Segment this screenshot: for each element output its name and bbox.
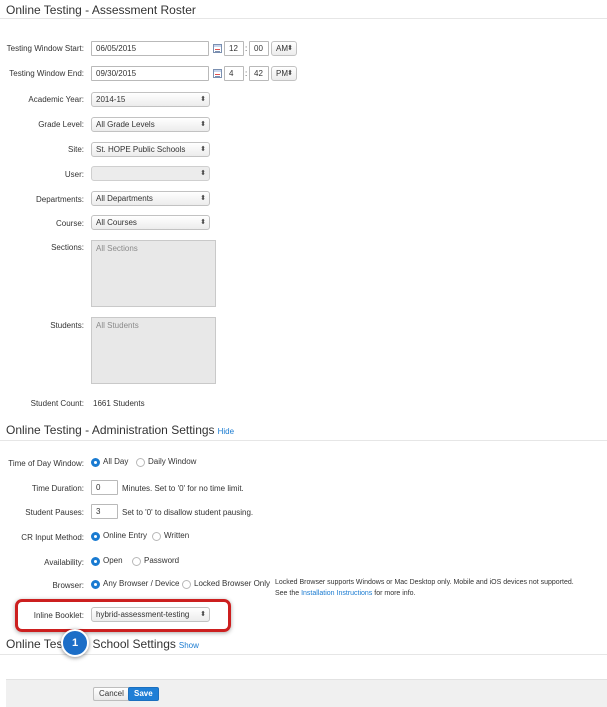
sections-label: Sections: [51,243,84,252]
installation-instructions-link[interactable]: Installation Instructions [301,590,372,597]
divider [0,654,607,655]
radio-open[interactable] [91,557,100,566]
show-school-settings-link[interactable]: Show [179,641,199,650]
student-count-value: 1661 Students [93,399,145,408]
school-section-title: Online Testing - School Settings Show [6,637,199,651]
cancel-button[interactable]: Cancel [93,687,130,701]
calendar-icon[interactable] [213,44,222,53]
site-select[interactable]: St. HOPE Public Schools ⬍ [91,142,210,157]
grade-level-label: Grade Level: [38,120,84,129]
student-pauses-hint: Set to '0' to disallow student pausing. [122,508,254,517]
radio-online-entry[interactable] [91,532,100,541]
save-button[interactable]: Save [128,687,159,701]
academic-year-select[interactable]: 2014-15 ⬍ [91,92,210,107]
radio-written-label: Written [164,531,190,540]
radio-all-day[interactable] [91,458,100,467]
course-select[interactable]: All Courses ⬍ [91,215,210,230]
calendar-icon[interactable] [213,69,222,78]
admin-section-title: Online Testing - Administration Settings… [6,423,235,437]
select-arrows-icon: ⬍ [200,219,206,226]
select-arrows-icon: ⬍ [200,121,206,128]
select-arrows-icon: ⬍ [200,146,206,153]
academic-year-label: Academic Year: [28,95,84,104]
callout-badge: 1 [61,629,89,657]
window-start-hour-input[interactable]: 12 [224,41,244,56]
window-end-date-input[interactable]: 09/30/2015 [91,66,209,81]
radio-open-label: Open [103,556,123,565]
select-arrows-icon: ⬍ [287,45,293,52]
student-pauses-label: Student Pauses: [25,508,84,517]
student-pauses-input[interactable]: 3 [91,504,118,519]
divider [0,18,607,19]
user-select[interactable]: ⬍ [91,166,210,181]
radio-locked-browser-label: Locked Browser Only [194,579,271,588]
window-end-hour-input[interactable]: 4 [224,66,244,81]
browser-note: Locked Browser supports Windows or Mac D… [275,579,574,586]
user-label: User: [64,170,84,179]
window-start-label: Testing Window Start: [6,44,84,53]
window-start-minute-input[interactable]: 00 [249,41,269,56]
radio-any-browser-label: Any Browser / Device [103,579,180,588]
select-arrows-icon: ⬍ [200,170,206,177]
sections-listbox[interactable]: All Sections [91,240,216,307]
time-separator: : [245,44,248,53]
radio-all-day-label: All Day [103,457,129,466]
window-start-ampm-select[interactable]: AM ⬍ [271,41,297,56]
hide-admin-settings-link[interactable]: Hide [218,427,234,436]
roster-section-title: Online Testing - Assessment Roster [6,3,196,17]
cr-input-label: CR Input Method: [21,533,84,542]
highlight-box [15,599,231,632]
browser-instructions-note: See the Installation Instructions for mo… [275,590,416,597]
browser-label: Browser: [52,581,84,590]
time-duration-input[interactable]: 0 [91,480,118,495]
radio-locked-browser[interactable] [182,580,191,589]
window-end-minute-input[interactable]: 42 [249,66,269,81]
select-arrows-icon: ⬍ [200,96,206,103]
window-end-label: Testing Window End: [9,69,84,78]
time-duration-hint: Minutes. Set to '0' for no time limit. [122,484,244,493]
radio-daily-window-label: Daily Window [148,457,197,466]
student-count-label: Student Count: [30,399,84,408]
time-of-day-label: Time of Day Window: [8,459,84,468]
students-listbox[interactable]: All Students [91,317,216,384]
time-separator: : [245,69,248,78]
radio-written[interactable] [152,532,161,541]
window-start-date-input[interactable]: 06/05/2015 [91,41,209,56]
grade-level-select[interactable]: All Grade Levels ⬍ [91,117,210,132]
time-duration-label: Time Duration: [31,484,84,493]
site-label: Site: [67,145,84,154]
radio-daily-window[interactable] [136,458,145,467]
students-label: Students: [50,321,84,330]
course-label: Course: [55,219,84,228]
select-arrows-icon: ⬍ [287,70,293,77]
window-end-ampm-select[interactable]: PM ⬍ [271,66,297,81]
availability-label: Availability: [44,558,84,567]
departments-label: Departments: [35,195,84,204]
departments-select[interactable]: All Departments ⬍ [91,191,210,206]
radio-any-browser[interactable] [91,580,100,589]
radio-password[interactable] [132,557,141,566]
select-arrows-icon: ⬍ [200,195,206,202]
divider [0,440,607,441]
radio-online-entry-label: Online Entry [103,531,148,540]
radio-password-label: Password [144,556,180,565]
